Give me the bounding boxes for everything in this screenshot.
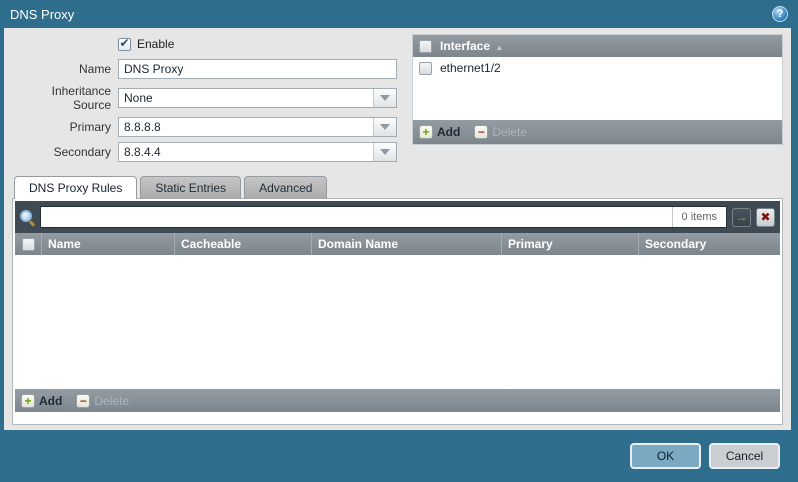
clear-filter-icon[interactable]: ✖ bbox=[756, 207, 775, 227]
tab-dns-proxy-rules[interactable]: DNS Proxy Rules bbox=[14, 176, 138, 199]
rules-select-all-checkbox-cell[interactable] bbox=[15, 233, 42, 255]
inheritance-source-dropdown-button[interactable] bbox=[373, 89, 396, 107]
tab-static-entries[interactable]: Static Entries bbox=[140, 176, 242, 199]
interface-panel: Interface ▲ ethernet1/2 + Add − Delete bbox=[412, 34, 783, 145]
general-form: Enable Name Inheritance Source bbox=[12, 32, 404, 167]
column-header-name[interactable]: Name bbox=[42, 233, 175, 255]
interface-table-body: ethernet1/2 bbox=[413, 57, 782, 120]
add-icon: + bbox=[419, 125, 433, 139]
primary-field bbox=[118, 117, 397, 137]
rules-delete-label: Delete bbox=[94, 393, 130, 408]
delete-icon: − bbox=[76, 393, 91, 408]
interface-row[interactable]: ethernet1/2 bbox=[413, 57, 782, 79]
interface-column-header: Interface ▲ bbox=[440, 39, 504, 53]
dialog-content: Enable Name Inheritance Source bbox=[4, 28, 791, 430]
column-header-domain-name[interactable]: Domain Name bbox=[312, 233, 502, 255]
interface-add-button[interactable]: + Add bbox=[419, 125, 460, 139]
interface-toolbar: + Add − Delete bbox=[413, 120, 782, 144]
secondary-dropdown-button[interactable] bbox=[373, 143, 396, 161]
name-field bbox=[118, 59, 397, 79]
search-icon bbox=[20, 209, 35, 225]
secondary-input[interactable] bbox=[119, 143, 373, 161]
name-field-row: Name bbox=[12, 59, 404, 79]
interface-delete-label: Delete bbox=[492, 125, 528, 139]
column-header-primary[interactable]: Primary bbox=[502, 233, 639, 255]
filter-field: 0 items bbox=[40, 206, 727, 228]
dialog-title: DNS Proxy bbox=[10, 6, 75, 22]
interface-add-label: Add bbox=[437, 125, 461, 139]
cancel-button[interactable]: Cancel bbox=[709, 443, 780, 469]
name-input[interactable] bbox=[119, 60, 396, 78]
interface-table-header[interactable]: Interface ▲ bbox=[413, 35, 782, 57]
column-header-cacheable[interactable]: Cacheable bbox=[175, 233, 312, 255]
inheritance-source-field bbox=[118, 88, 397, 108]
rules-table-body bbox=[15, 255, 780, 389]
primary-input[interactable] bbox=[119, 118, 373, 136]
primary-label: Primary bbox=[69, 120, 111, 134]
primary-dropdown-button[interactable] bbox=[373, 118, 396, 136]
sort-ascending-icon: ▲ bbox=[495, 43, 504, 52]
name-label: Name bbox=[78, 62, 111, 76]
rules-add-label: Add bbox=[39, 393, 63, 408]
add-icon: + bbox=[21, 393, 35, 408]
help-icon[interactable]: ? bbox=[772, 6, 788, 22]
column-header-secondary[interactable]: Secondary bbox=[639, 233, 780, 255]
enable-checkbox[interactable] bbox=[118, 37, 131, 51]
enable-label: Enable bbox=[137, 37, 175, 51]
apply-filter-icon[interactable]: → bbox=[732, 207, 751, 227]
chevron-down-icon bbox=[380, 149, 390, 155]
titlebar: DNS Proxy ? bbox=[0, 0, 798, 28]
interface-select-all-checkbox[interactable] bbox=[419, 39, 432, 53]
interface-delete-button[interactable]: − Delete bbox=[474, 125, 527, 139]
items-count: 0 items bbox=[671, 207, 726, 227]
ok-button[interactable]: OK bbox=[630, 443, 701, 469]
dialog-footer: OK Cancel bbox=[0, 430, 798, 482]
rules-toolbar: + Add − Delete bbox=[15, 389, 780, 412]
delete-icon: − bbox=[474, 125, 489, 139]
secondary-field bbox=[118, 142, 397, 162]
chevron-down-icon bbox=[380, 124, 390, 130]
filter-input[interactable] bbox=[41, 207, 672, 227]
dns-proxy-rules-panel: 0 items → ✖ Name Cacheable Domain Name P… bbox=[12, 198, 783, 425]
filter-bar: 0 items → ✖ bbox=[15, 201, 780, 233]
rules-add-button[interactable]: + Add bbox=[21, 393, 63, 408]
tab-bar: DNS Proxy Rules Static Entries Advanced bbox=[12, 176, 783, 199]
inheritance-source-field-row: Inheritance Source bbox=[12, 84, 404, 112]
secondary-label: Secondary bbox=[53, 145, 111, 159]
dns-proxy-dialog: DNS Proxy ? Enable Name Inheritance Sour… bbox=[0, 0, 798, 482]
inheritance-source-input[interactable] bbox=[119, 89, 373, 107]
tab-advanced[interactable]: Advanced bbox=[244, 176, 328, 199]
chevron-down-icon bbox=[380, 95, 390, 101]
rules-select-all-checkbox[interactable] bbox=[21, 237, 35, 251]
primary-field-row: Primary bbox=[12, 117, 404, 137]
interface-row-checkbox[interactable] bbox=[419, 61, 432, 75]
secondary-field-row: Secondary bbox=[12, 142, 404, 162]
enable-row: Enable bbox=[118, 36, 404, 52]
top-section: Enable Name Inheritance Source bbox=[12, 32, 783, 167]
rules-delete-button[interactable]: − Delete bbox=[76, 393, 130, 408]
rules-table-header: Name Cacheable Domain Name Primary Secon… bbox=[15, 233, 780, 255]
interface-row-label: ethernet1/2 bbox=[440, 61, 501, 75]
inheritance-source-label: Inheritance Source bbox=[51, 84, 111, 112]
